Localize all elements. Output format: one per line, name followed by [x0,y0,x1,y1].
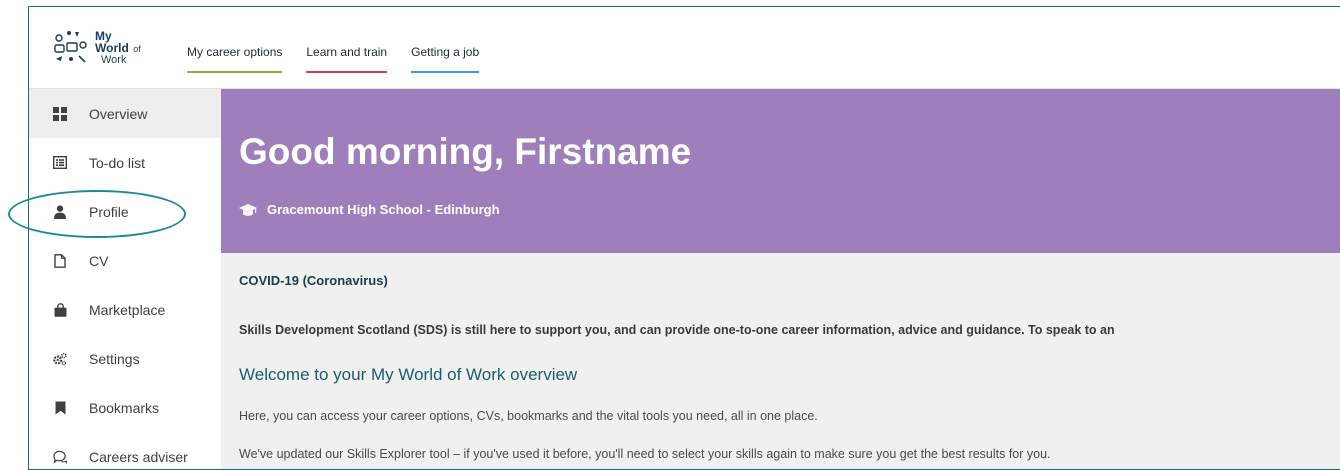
sidebar-item-label: To-do list [89,154,146,171]
nav-label: My career options [187,45,283,59]
sidebar-item-bookmarks[interactable]: Bookmarks [29,383,221,432]
logo-text: My World of Work [95,30,141,66]
sidebar-item-label: Overview [89,105,148,122]
document-icon [53,253,67,268]
sds-support-text: Skills Development Scotland (SDS) is sti… [239,323,1115,337]
logo-icon [54,31,87,63]
sidebar-item-marketplace[interactable]: Marketplace [29,285,221,334]
intro-paragraph: Here, you can access your career options… [239,409,818,423]
nav-getting-a-job[interactable]: Getting a job [411,45,480,73]
welcome-heading: Welcome to your My World of Work overvie… [239,365,578,384]
sidebar-item-label: Marketplace [89,301,166,318]
logo-line2: World [95,41,129,55]
gears-icon [53,352,67,366]
grid-icon [53,106,67,121]
greeting-heading: Good morning, Firstname [239,131,692,172]
shopping-bag-icon [53,302,67,317]
graduation-cap-icon [239,203,257,216]
school-name: Gracemount High School - Edinburgh [267,202,500,217]
skills-explorer-paragraph: We've updated our Skills Explorer tool –… [239,447,1051,461]
user-icon [53,204,67,219]
sidebar-item-profile[interactable]: Profile [29,187,221,236]
sidebar-item-to-do-list[interactable]: To-do list [29,138,221,187]
sidebar-item-settings[interactable]: Settings [29,334,221,383]
nav-label: Getting a job [411,45,480,59]
logo-line3: Work [101,54,127,66]
sidebar-item-label: Bookmarks [89,399,160,416]
nav-underline [187,71,283,73]
sidebar-item-cv[interactable]: CV [29,236,221,285]
chat-icon [53,450,67,464]
nav-label: Learn and train [306,45,388,59]
nav-underline [306,71,388,73]
nav-learn-and-train[interactable]: Learn and train [306,45,388,73]
welcome-banner: Good morning, Firstname Gracemount High … [221,89,1340,253]
sidebar: Overview To-do list Profile CV Marketpla… [29,89,221,469]
sidebar-item-label: Profile [89,203,129,220]
site-header: My World of Work My career options Learn… [29,7,1340,89]
nav-underline [411,71,480,73]
sidebar-item-label: CV [89,252,109,269]
my-world-of-work-logo[interactable]: My World of Work [53,29,153,69]
bookmark-icon [53,401,67,415]
sidebar-item-label: Settings [89,350,140,367]
sidebar-item-overview[interactable]: Overview [29,89,221,138]
main-content: Good morning, Firstname Gracemount High … [221,89,1340,469]
covid-title[interactable]: COVID-19 (Coronavirus) [239,273,388,288]
nav-my-career-options[interactable]: My career options [187,45,283,73]
list-icon [53,156,67,170]
sidebar-item-careers-adviser[interactable]: Careers adviser [29,432,221,469]
app-window: My World of Work My career options Learn… [28,6,1340,470]
main-nav: My career options Learn and train Gettin… [187,45,503,73]
sidebar-item-label: Careers adviser [89,448,188,465]
logo-line2-suffix: of [133,44,141,54]
school-info: Gracemount High School - Edinburgh [239,202,500,217]
